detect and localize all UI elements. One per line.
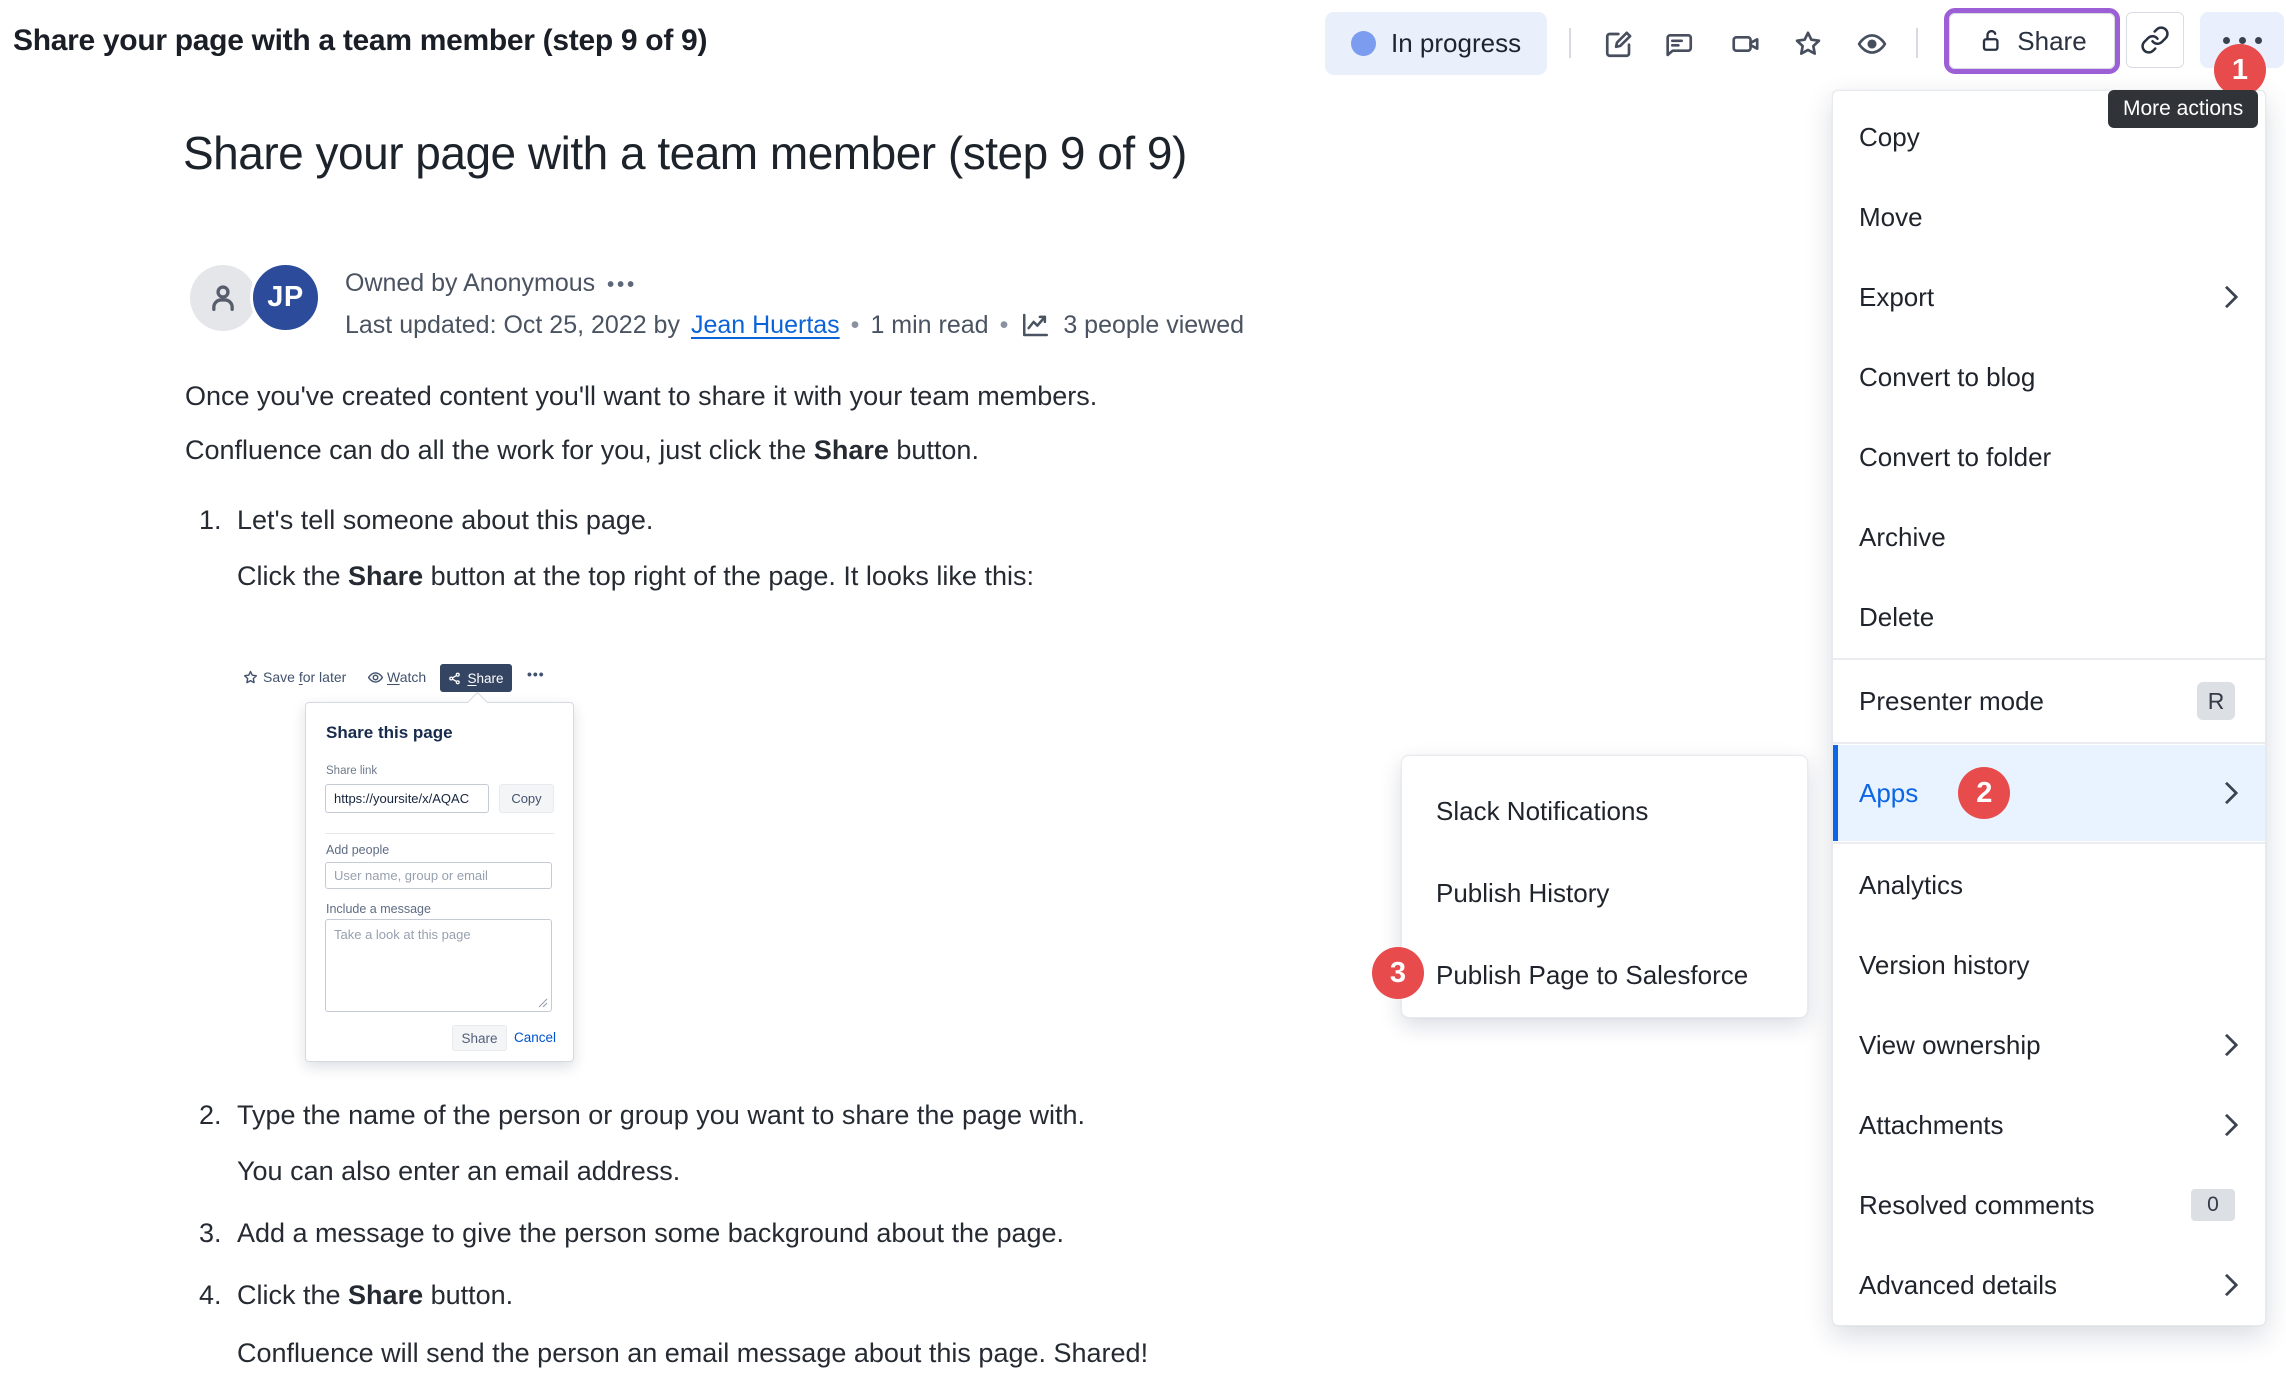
message-textarea: Take a look at this page	[325, 919, 552, 1012]
screenshot-more-dots: •••	[527, 666, 545, 682]
status-dot-icon	[1351, 31, 1376, 56]
topbar-divider	[1569, 28, 1571, 58]
list-item-2: 2. Type the name of the person or group …	[199, 1100, 1085, 1131]
menu-item-archive[interactable]: Archive	[1833, 497, 2265, 577]
star-icon[interactable]	[1792, 28, 1824, 60]
menu-item-delete[interactable]: Delete	[1833, 577, 2265, 657]
list-item-4: 4. Click the Share button.	[199, 1280, 513, 1311]
author-avatar[interactable]: JP	[250, 262, 321, 333]
share-button[interactable]: Share	[1949, 13, 2115, 69]
watching-eye-icon[interactable]	[1856, 28, 1888, 60]
dialog-title: Share this page	[326, 723, 453, 743]
menu-item-convert-to-blog[interactable]: Convert to blog	[1833, 337, 2265, 417]
paragraph-line: Once you've created content you'll want …	[185, 381, 1097, 412]
menu-item-version-history[interactable]: Version history	[1833, 925, 2265, 1005]
chevron-right-icon	[2216, 286, 2239, 309]
resize-handle-icon	[538, 998, 548, 1008]
dialog-cancel-link: Cancel	[514, 1030, 556, 1045]
copy-link-button[interactable]	[2126, 12, 2184, 68]
topbar-divider	[1916, 28, 1918, 58]
link-icon	[2140, 25, 2170, 55]
small-star-icon	[242, 669, 259, 686]
dialog-share-button: Share	[452, 1025, 507, 1051]
add-people-input: User name, group or email	[325, 862, 552, 889]
menu-separator	[1833, 742, 2265, 744]
menu-item-apps[interactable]: Apps 2	[1833, 745, 2265, 841]
owned-by-row: Owned by Anonymous •••	[345, 269, 1244, 298]
submenu-item-slack-notifications[interactable]: Slack Notifications	[1402, 770, 1807, 852]
chevron-right-icon	[2216, 1274, 2239, 1297]
share-button-label: Share	[2017, 26, 2086, 57]
last-updated-text: Last updated: Oct 25, 2022 by	[345, 311, 680, 340]
small-eye-icon	[367, 669, 384, 686]
owned-by-text: Owned by Anonymous	[345, 269, 595, 297]
share-button-highlight: Share	[1944, 8, 2120, 74]
annotation-badge-2: 2	[1958, 767, 2010, 819]
add-people-label: Add people	[326, 843, 389, 857]
share-link-label: Share link	[326, 765, 377, 777]
menu-item-move[interactable]: Move	[1833, 177, 2265, 257]
menu-separator	[1833, 842, 2265, 844]
list-item-3: 3. Add a message to give the person some…	[199, 1218, 1064, 1249]
video-icon[interactable]	[1730, 28, 1762, 60]
list-item-1-line-2: Click the Share button at the top right …	[237, 561, 1034, 592]
menu-item-advanced-details[interactable]: Advanced details	[1833, 1245, 2265, 1325]
people-viewed[interactable]: 3 people viewed	[1063, 311, 1244, 340]
save-for-later-label: Save for later	[263, 669, 346, 685]
person-icon	[205, 280, 241, 316]
byline: Owned by Anonymous ••• Last updated: Oct …	[345, 269, 1244, 340]
status-label: In progress	[1391, 28, 1521, 59]
submenu-item-publish-page-to-salesforce[interactable]: Publish Page to Salesforce	[1402, 934, 1807, 1016]
dialog-divider	[325, 833, 554, 834]
owner-more-button[interactable]: •••	[607, 274, 637, 296]
updated-row: Last updated: Oct 25, 2022 by Jean Huert…	[345, 310, 1244, 340]
annotation-badge-3: 3	[1372, 947, 1424, 999]
chevron-right-icon	[2216, 782, 2239, 805]
read-time: 1 min read	[870, 311, 988, 340]
edit-icon[interactable]	[1603, 28, 1635, 60]
page-title: Share your page with a team member (step…	[13, 24, 707, 58]
share-dialog: Share this page Share link https://yours…	[305, 702, 574, 1062]
menu-item-export[interactable]: Export	[1833, 257, 2265, 337]
count-badge: 0	[2191, 1189, 2235, 1221]
menu-item-attachments[interactable]: Attachments	[1833, 1085, 2265, 1165]
apps-submenu: Slack Notifications Publish History Publ…	[1401, 755, 1808, 1018]
list-item-4-line-2: Confluence will send the person an email…	[237, 1338, 1148, 1369]
copy-button: Copy	[499, 784, 554, 813]
unlock-icon	[1977, 27, 2005, 55]
menu-item-presenter-mode[interactable]: Presenter modeR	[1833, 661, 2265, 741]
chevron-right-icon	[2216, 1114, 2239, 1137]
menu-item-view-ownership[interactable]: View ownership	[1833, 1005, 2265, 1085]
menu-separator	[1833, 658, 2265, 660]
menu-item-convert-to-folder[interactable]: Convert to folder	[1833, 417, 2265, 497]
more-actions-tooltip: More actions	[2108, 90, 2258, 128]
dialog-pointer	[467, 692, 488, 713]
share-nodes-icon	[448, 672, 461, 685]
chevron-right-icon	[2216, 1034, 2239, 1057]
tutorial-screenshot-image: Save for later Watch Share ••• Share thi…	[240, 660, 602, 1072]
annotation-badge-1: 1	[2214, 44, 2266, 96]
comment-icon[interactable]	[1663, 28, 1695, 60]
list-item-2-line-2: You can also enter an email address.	[237, 1156, 680, 1187]
share-link-input: https://yoursite/x/AQAC	[325, 784, 489, 813]
menu-item-resolved-comments[interactable]: Resolved comments0	[1833, 1165, 2265, 1245]
ellipsis-icon	[2223, 37, 2230, 44]
screenshot-share-button: Share	[440, 664, 512, 692]
include-message-label: Include a message	[326, 902, 431, 916]
menu-item-analytics[interactable]: Analytics	[1833, 845, 2265, 925]
trend-chart-icon	[1019, 310, 1052, 340]
more-actions-menu: Copy Move Export Convert to blog Convert…	[1832, 90, 2266, 1326]
author-link[interactable]: Jean Huertas	[691, 311, 840, 340]
submenu-item-publish-history[interactable]: Publish History	[1402, 852, 1807, 934]
watch-label: Watch	[387, 669, 426, 685]
list-item-1: 1. Let's tell someone about this page.	[199, 505, 653, 536]
anonymous-avatar[interactable]	[190, 265, 256, 331]
shortcut-badge: R	[2197, 682, 2235, 720]
status-badge[interactable]: In progress	[1325, 12, 1547, 75]
paragraph-line: Confluence can do all the work for you, …	[185, 435, 979, 466]
article-heading: Share your page with a team member (step…	[183, 126, 1187, 180]
